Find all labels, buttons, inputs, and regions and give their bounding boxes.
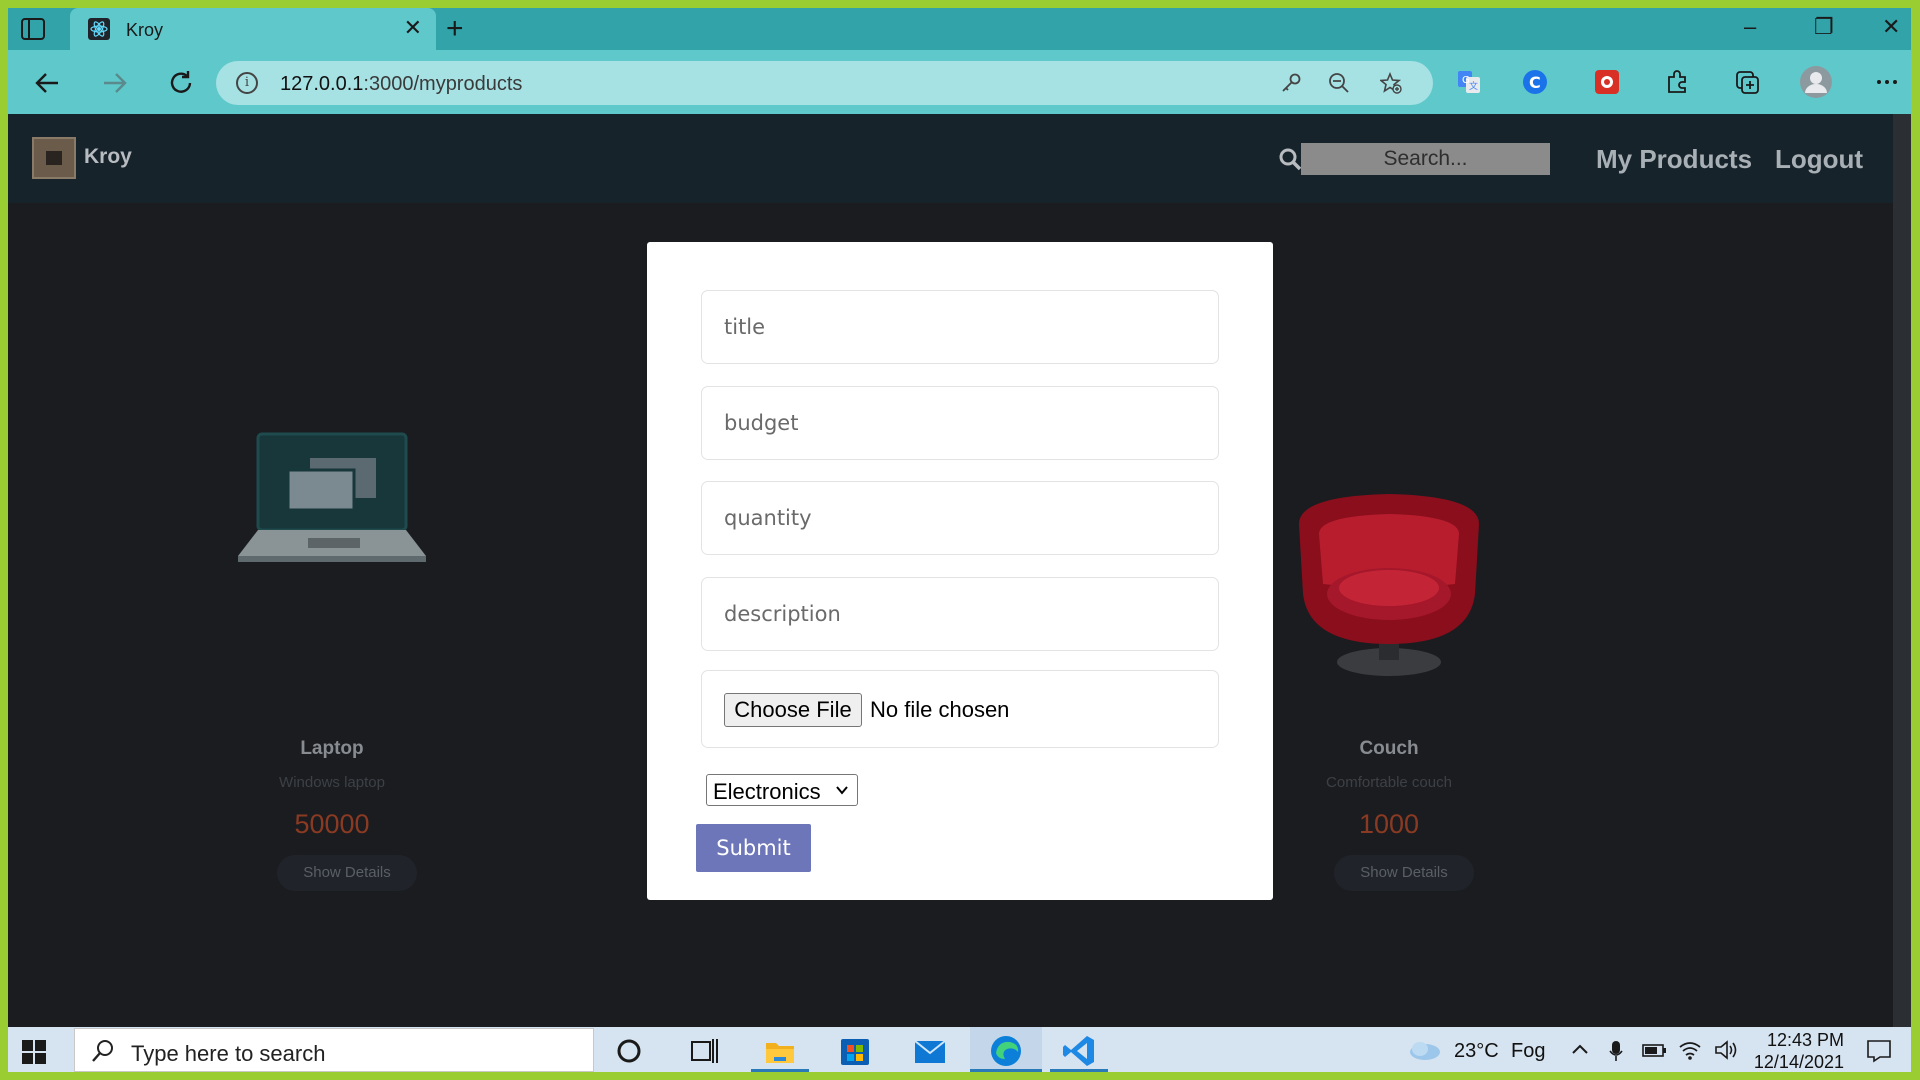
show-details-button[interactable]: Show Details bbox=[277, 855, 417, 891]
nav-link-logout[interactable]: Logout bbox=[1775, 144, 1863, 175]
description-input[interactable] bbox=[701, 577, 1219, 651]
restore-button[interactable]: ❐ bbox=[1814, 14, 1834, 40]
back-icon[interactable] bbox=[32, 68, 62, 98]
grammar-extension-icon[interactable]: C bbox=[1522, 69, 1548, 95]
title-input[interactable] bbox=[701, 290, 1219, 364]
product-description: Comfortable couch bbox=[1326, 774, 1452, 791]
product-title: Laptop bbox=[300, 738, 364, 759]
microphone-icon[interactable] bbox=[1608, 1039, 1624, 1063]
taskbar-search-placeholder: Type here to search bbox=[131, 1041, 326, 1066]
edge-open-indicator bbox=[970, 1069, 1042, 1072]
quantity-input[interactable] bbox=[701, 481, 1219, 555]
fog-weather-icon[interactable] bbox=[1408, 1039, 1442, 1061]
url-host: 127.0.0.1 bbox=[280, 73, 364, 95]
red-extension-icon[interactable] bbox=[1594, 69, 1620, 95]
site-info-icon[interactable]: i bbox=[236, 72, 258, 94]
armchair-image bbox=[1299, 494, 1479, 676]
zoom-out-icon[interactable] bbox=[1328, 72, 1350, 94]
tab-actions-icon[interactable] bbox=[20, 16, 46, 42]
system-clock[interactable]: 12:43 PM 12/14/2021 bbox=[1744, 1029, 1844, 1072]
product-title: Couch bbox=[1359, 738, 1419, 759]
forward-icon[interactable] bbox=[100, 68, 130, 98]
url-text[interactable]: 127.0.0.1:3000/myproducts bbox=[280, 73, 522, 96]
vscode-icon[interactable] bbox=[1061, 1033, 1097, 1069]
minimize-button[interactable]: – bbox=[1744, 14, 1756, 40]
battery-icon[interactable] bbox=[1641, 1041, 1667, 1059]
svg-text:文: 文 bbox=[1469, 80, 1478, 92]
choose-file-button[interactable]: Choose File bbox=[724, 693, 862, 727]
weather-temperature[interactable]: 23°C bbox=[1454, 1040, 1499, 1063]
product-card-couch: Couch Comfortable couch 1000 Show Detail… bbox=[1269, 114, 1509, 891]
file-explorer-icon[interactable] bbox=[762, 1033, 798, 1069]
chevron-up-icon[interactable] bbox=[1571, 1043, 1589, 1055]
explorer-open-indicator bbox=[751, 1069, 809, 1072]
profile-avatar-icon[interactable] bbox=[1800, 66, 1832, 98]
browser-tab-bar: Kroy ✕ + – ❐ ✕ bbox=[8, 8, 1911, 50]
screen: Kroy ✕ + – ❐ ✕ i 127.0.0.1:3000/myproduc… bbox=[8, 8, 1911, 1072]
volume-icon[interactable] bbox=[1714, 1039, 1738, 1061]
refresh-icon[interactable] bbox=[166, 68, 196, 98]
show-details-button[interactable]: Show Details bbox=[1334, 855, 1474, 891]
edge-browser-icon[interactable] bbox=[988, 1033, 1024, 1069]
windows-start-icon[interactable] bbox=[22, 1040, 46, 1064]
favorite-add-icon[interactable] bbox=[1380, 72, 1402, 94]
address-bar[interactable]: i 127.0.0.1:3000/myproducts bbox=[216, 61, 1433, 105]
budget-input[interactable] bbox=[701, 386, 1219, 460]
task-view-icon[interactable] bbox=[686, 1033, 722, 1069]
search-icon bbox=[92, 1040, 113, 1062]
file-status-text: No file chosen bbox=[870, 697, 1010, 722]
close-window-button[interactable]: ✕ bbox=[1882, 14, 1900, 40]
key-icon[interactable] bbox=[1280, 72, 1302, 94]
brand-name[interactable]: Kroy bbox=[84, 145, 132, 169]
logo-mark bbox=[46, 151, 62, 165]
clock-time: 12:43 PM bbox=[1766, 1030, 1844, 1050]
category-selected-value: Electronics bbox=[713, 779, 821, 804]
collections-icon[interactable] bbox=[1734, 69, 1760, 95]
product-price: 1000 bbox=[1358, 809, 1420, 839]
tab-title: Kroy bbox=[126, 20, 164, 40]
cortana-icon[interactable] bbox=[611, 1033, 647, 1069]
product-price: 50000 bbox=[294, 809, 370, 839]
new-tab-button[interactable]: + bbox=[446, 14, 464, 44]
clock-date: 12/14/2021 bbox=[1753, 1052, 1844, 1072]
product-card-laptop: Laptop Windows laptop 50000 Show Details bbox=[212, 114, 452, 891]
add-product-modal: Choose File No file chosen Electronics S… bbox=[647, 242, 1273, 900]
mail-icon[interactable] bbox=[912, 1033, 948, 1069]
browser-toolbar: i 127.0.0.1:3000/myproducts G 文 C bbox=[8, 50, 1911, 114]
product-description: Windows laptop bbox=[279, 774, 385, 791]
category-select[interactable]: Electronics bbox=[706, 774, 858, 806]
notification-icon[interactable] bbox=[1866, 1039, 1892, 1063]
laptop-icon bbox=[238, 432, 426, 562]
translate-extension-icon[interactable]: G 文 bbox=[1456, 69, 1482, 95]
more-menu-icon[interactable] bbox=[1874, 69, 1900, 95]
react-favicon-icon bbox=[88, 18, 110, 40]
site-logo[interactable] bbox=[32, 137, 76, 179]
file-upload-field: Choose File No file chosen bbox=[701, 670, 1219, 748]
taskbar-search-box[interactable]: Type here to search bbox=[74, 1028, 594, 1072]
vscode-open-indicator bbox=[1050, 1069, 1108, 1072]
weather-description[interactable]: Fog bbox=[1511, 1040, 1545, 1063]
browser-tab-active[interactable]: Kroy ✕ bbox=[70, 8, 436, 50]
microsoft-store-icon[interactable] bbox=[837, 1033, 873, 1069]
chevron-down-icon bbox=[836, 786, 848, 795]
tab-close-icon[interactable]: ✕ bbox=[404, 17, 422, 39]
submit-button[interactable]: Submit bbox=[696, 824, 811, 872]
windows-taskbar: Type here to search 23°C Fog 12:43 PM 12… bbox=[8, 1027, 1911, 1072]
url-path: :3000/myproducts bbox=[363, 73, 523, 95]
page-scrollbar[interactable] bbox=[1893, 114, 1911, 1027]
extensions-puzzle-icon[interactable] bbox=[1664, 69, 1690, 95]
svg-text:C: C bbox=[1529, 73, 1541, 92]
web-page: Kroy My Products Logout Laptop Windows l… bbox=[8, 114, 1893, 1027]
wifi-icon[interactable] bbox=[1678, 1039, 1702, 1061]
nav-link-my-products[interactable]: My Products bbox=[1596, 144, 1752, 175]
